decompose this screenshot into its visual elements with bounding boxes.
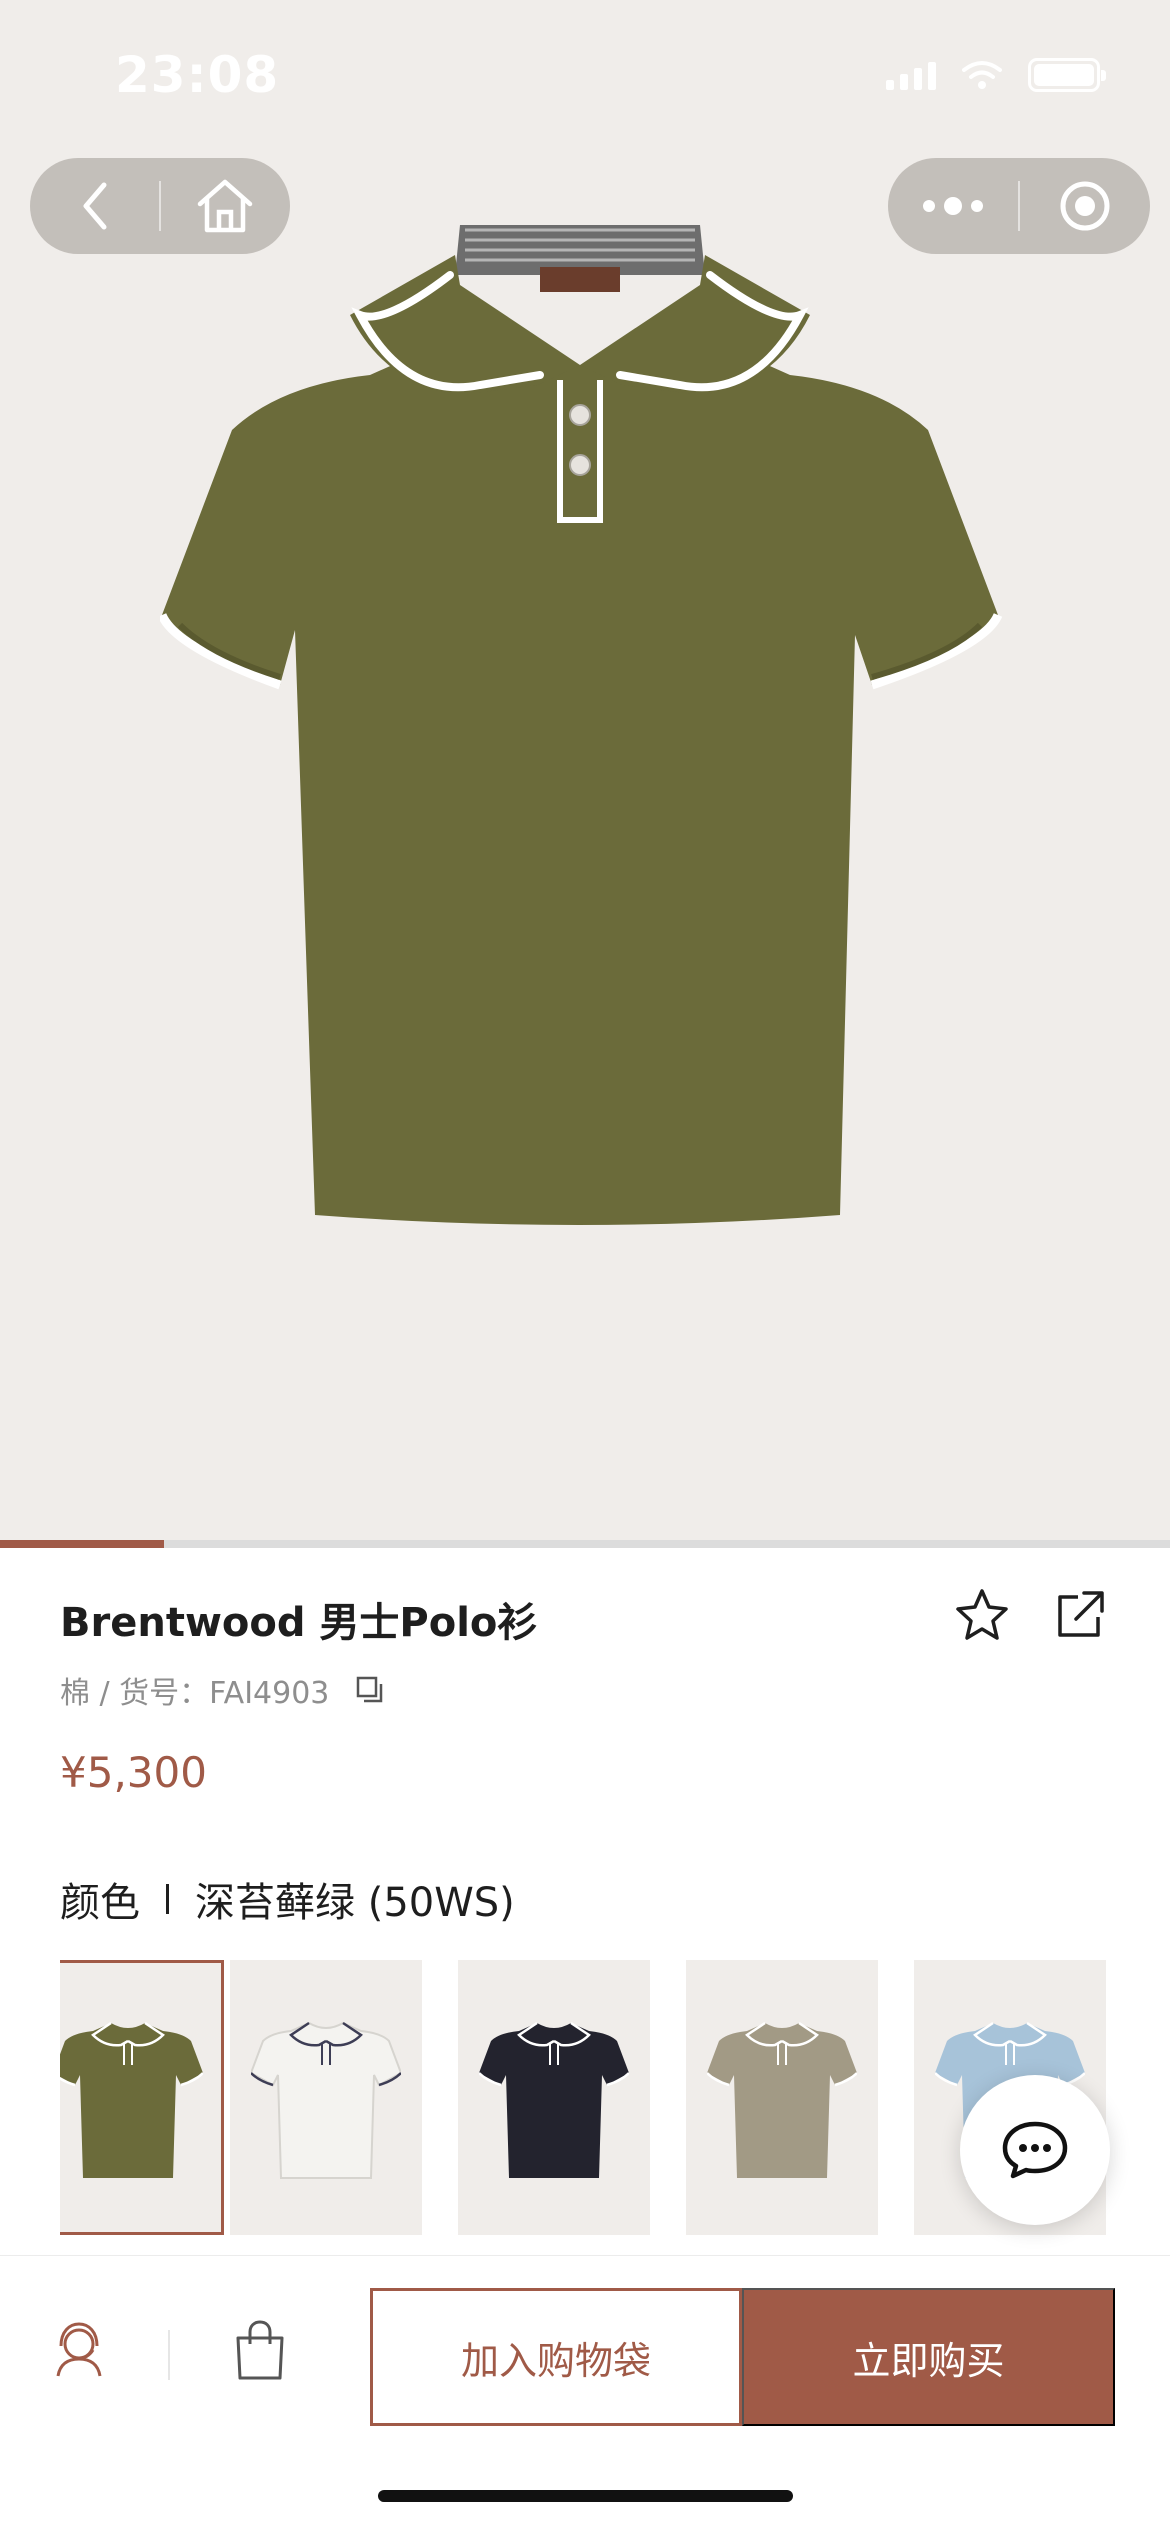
color-swatch[interactable]: [230, 1960, 422, 2235]
color-selector-label: 颜色 深苔藓绿 (50WS): [60, 1870, 515, 1928]
status-icons: [886, 58, 1106, 92]
cellular-signal-icon: [886, 60, 936, 90]
product-image-gallery[interactable]: 23:08: [0, 0, 1170, 1540]
color-swatch[interactable]: [458, 1960, 650, 2235]
star-icon[interactable]: [952, 1585, 1012, 1645]
copy-icon[interactable]: [355, 1675, 385, 1705]
buy-now-button[interactable]: 立即购买: [742, 2288, 1115, 2426]
add-to-bag-button[interactable]: 加入购物袋: [370, 2288, 742, 2426]
chat-bubble-icon: [1002, 2121, 1068, 2179]
color-swatch-shirt: [479, 2021, 629, 2178]
image-progress-indicator: [0, 1540, 164, 1548]
wifi-icon: [962, 61, 1002, 89]
product-price: ¥5,300: [60, 1748, 207, 1797]
color-swatch-shirt: [60, 2021, 203, 2178]
product-meta: 棉 / 货号：FAI4903: [60, 1668, 385, 1712]
bottom-bar-vertical-divider: [168, 2330, 170, 2380]
color-swatch-shirt: [707, 2021, 857, 2178]
customer-service-icon[interactable]: [48, 2318, 110, 2380]
close-miniapp-button[interactable]: [1020, 158, 1150, 254]
color-swatch-shirt: [251, 2021, 401, 2179]
product-main-image: [160, 225, 1003, 1225]
color-swatch[interactable]: [60, 1960, 224, 2235]
product-material-sku: 棉 / 货号：FAI4903: [60, 1676, 330, 1711]
back-button[interactable]: [30, 158, 159, 254]
image-progress-bar: [0, 1540, 1170, 1548]
color-swatch[interactable]: [686, 1960, 878, 2235]
home-indicator[interactable]: [378, 2490, 793, 2502]
chevron-left-icon: [83, 182, 106, 230]
status-time: 23:08: [115, 46, 280, 104]
color-label: 颜色: [60, 1880, 140, 1926]
selected-color-name: 深苔藓绿 (50WS): [195, 1880, 515, 1926]
share-icon[interactable]: [1048, 1585, 1108, 1645]
product-title: Brentwood 男士Polo衫: [60, 1600, 538, 1646]
target-circle-icon: [1060, 181, 1110, 231]
battery-icon: [1028, 58, 1106, 92]
shopping-bag-icon[interactable]: [230, 2318, 290, 2382]
bottom-bar-divider: [0, 2255, 1170, 2256]
color-label-divider: [166, 1884, 169, 1914]
more-dots-icon: [923, 197, 983, 215]
chat-button[interactable]: [960, 2075, 1110, 2225]
